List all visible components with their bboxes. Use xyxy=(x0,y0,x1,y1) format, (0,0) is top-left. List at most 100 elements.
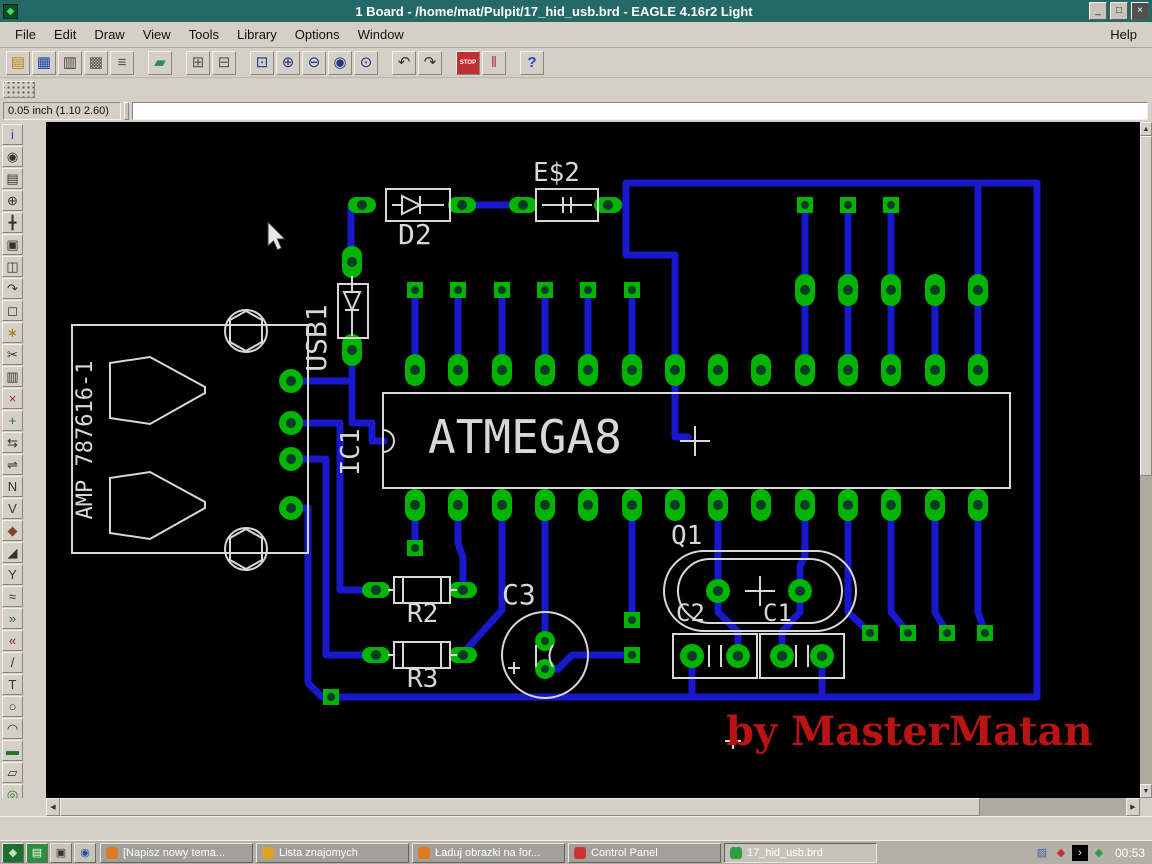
add-icon: + xyxy=(8,413,17,428)
copy-tool-button[interactable]: ▣ xyxy=(2,234,23,255)
board-canvas[interactable]: E$2 D2 USB1 IC1 ATMEGA8 AMP 787616-1 C3 … xyxy=(46,122,1140,798)
horizontal-scroll-thumb[interactable] xyxy=(60,798,980,816)
horizontal-scrollbar[interactable]: ◀ ▶ xyxy=(46,798,1140,816)
menu-item-tools[interactable]: Tools xyxy=(180,24,228,45)
splitter-grip[interactable] xyxy=(124,102,129,120)
component-d2[interactable] xyxy=(385,188,451,222)
delete-tool-button[interactable]: × xyxy=(2,388,23,409)
menu-item-window[interactable]: Window xyxy=(349,24,413,45)
zoom-fit-button[interactable]: ⊡ xyxy=(250,50,274,75)
optimize-tool-button[interactable]: ≈ xyxy=(2,586,23,607)
grid-settings-button[interactable] xyxy=(3,80,35,98)
library-open-button[interactable]: ⊟ xyxy=(212,50,236,75)
undo-button[interactable]: ↶ xyxy=(392,50,416,75)
paste-tool-button[interactable]: ▥ xyxy=(2,366,23,387)
value-tool-button[interactable]: V xyxy=(2,498,23,519)
change-tool-button[interactable]: ∗ xyxy=(2,322,23,343)
wire-tool-button[interactable]: / xyxy=(2,652,23,673)
menu-item-file[interactable]: File xyxy=(6,24,45,45)
save-button[interactable]: ▦ xyxy=(32,50,56,75)
task-control-panel-icon xyxy=(574,846,586,859)
route-tool-button[interactable]: » xyxy=(2,608,23,629)
miter-icon: ◢ xyxy=(7,545,18,560)
scroll-right-button[interactable]: ▶ xyxy=(1126,798,1140,816)
eagle-window: ◆ 1 Board - /home/mat/Pulpit/17_hid_usb.… xyxy=(0,0,1152,864)
ripup-tool-button[interactable]: « xyxy=(2,630,23,651)
move-icon: ╋ xyxy=(8,215,17,230)
move-tool-button[interactable]: ╋ xyxy=(2,212,23,233)
run-script-icon: ≡ xyxy=(117,54,127,71)
rect-tool-button[interactable]: ▬ xyxy=(2,740,23,761)
group-tool-button[interactable]: ◻ xyxy=(2,300,23,321)
rotate-tool-button[interactable]: ↷ xyxy=(2,278,23,299)
circle-tool-button[interactable]: ○ xyxy=(2,696,23,717)
split-tool-button[interactable]: Y xyxy=(2,564,23,585)
show-tool-button[interactable]: ◉ xyxy=(2,146,23,167)
component-e2[interactable] xyxy=(535,188,599,222)
menu-item-draw[interactable]: Draw xyxy=(85,24,133,45)
maximize-button[interactable]: □ xyxy=(1110,2,1128,20)
quick-launch-browser-button[interactable]: ◉ xyxy=(74,842,96,863)
print-button[interactable]: ▥ xyxy=(58,50,82,75)
menu-item-help[interactable]: Help xyxy=(1101,24,1146,45)
polygon-tool-button[interactable]: ▱ xyxy=(2,762,23,783)
replace-tool-button[interactable]: ⇌ xyxy=(2,454,23,475)
start-menu-button[interactable]: ◆ xyxy=(2,842,24,863)
main-area: i◉▤⊕╋▣◫↷◻∗✂▥×+⇆⇌NV◆◢Y≈»«/T○◠▬▱◎~●#A✓! xyxy=(0,122,1152,864)
open-button[interactable]: ▤ xyxy=(6,50,30,75)
scroll-left-button[interactable]: ◀ xyxy=(46,798,60,816)
go-button[interactable]: ‖ xyxy=(482,50,506,75)
display-tool-button[interactable]: ▤ xyxy=(2,168,23,189)
info-icon: i xyxy=(11,127,14,142)
zoom-redraw-button[interactable]: ◉ xyxy=(328,50,352,75)
library-use-button[interactable]: ⊞ xyxy=(186,50,210,75)
zoom-out-button[interactable]: ⊖ xyxy=(302,50,326,75)
menu-item-edit[interactable]: Edit xyxy=(45,24,85,45)
pinswap-tool-button[interactable]: ⇆ xyxy=(2,432,23,453)
component-usb1[interactable] xyxy=(337,276,369,339)
vertical-scroll-thumb[interactable] xyxy=(1140,136,1152,476)
cut-tool-button[interactable]: ✂ xyxy=(2,344,23,365)
zoom-select-button[interactable]: ⊙ xyxy=(354,50,378,75)
zoom-in-button[interactable]: ⊕ xyxy=(276,50,300,75)
vertical-scrollbar[interactable]: ▲ ▼ xyxy=(1140,122,1152,798)
task-17-hid-usb-brd[interactable]: 17_hid_usb.brd xyxy=(724,842,877,863)
arc-tool-button[interactable]: ◠ xyxy=(2,718,23,739)
tray-terminal-icon[interactable]: › xyxy=(1071,844,1088,861)
help-button[interactable]: ? xyxy=(520,50,544,75)
close-button[interactable]: × xyxy=(1131,2,1149,20)
tray-eagle-icon[interactable]: ◆ xyxy=(1091,845,1107,861)
quick-launch-terminal-button[interactable]: ▣ xyxy=(50,842,72,863)
minimize-button[interactable]: _ xyxy=(1089,2,1107,20)
menu-item-library[interactable]: Library xyxy=(228,24,286,45)
component-usb-connector[interactable] xyxy=(71,309,309,571)
tray-klipper-icon[interactable]: ▨ xyxy=(1034,845,1050,861)
task-lista-znajomych-icon xyxy=(262,846,274,859)
label-d2: D2 xyxy=(398,218,432,251)
command-input[interactable] xyxy=(132,102,1148,120)
smash-tool-button[interactable]: ◆ xyxy=(2,520,23,541)
name-tool-button[interactable]: N xyxy=(2,476,23,497)
miter-tool-button[interactable]: ◢ xyxy=(2,542,23,563)
board-schematic-button[interactable]: ▰ xyxy=(148,50,172,75)
run-script-button[interactable]: ≡ xyxy=(110,50,134,75)
mirror-tool-button[interactable]: ◫ xyxy=(2,256,23,277)
scroll-up-button[interactable]: ▲ xyxy=(1140,122,1152,136)
text-tool-button[interactable]: T xyxy=(2,674,23,695)
rect-icon: ▬ xyxy=(6,743,19,758)
redo-button[interactable]: ↷ xyxy=(418,50,442,75)
mark-tool-button[interactable]: ⊕ xyxy=(2,190,23,211)
cam-processor-button[interactable]: ▩ xyxy=(84,50,108,75)
scroll-down-button[interactable]: ▼ xyxy=(1140,784,1152,798)
task-lista-znajomych[interactable]: Lista znajomych xyxy=(256,842,409,863)
task-laduj-obrazki[interactable]: Ładuj obrazki na for... xyxy=(412,842,565,863)
add-tool-button[interactable]: + xyxy=(2,410,23,431)
task-control-panel[interactable]: Control Panel xyxy=(568,842,721,863)
menu-item-view[interactable]: View xyxy=(134,24,180,45)
task-napisz-nowy-temat[interactable]: [Napisz nowy tema... xyxy=(100,842,253,863)
info-tool-button[interactable]: i xyxy=(2,124,23,145)
menu-item-options[interactable]: Options xyxy=(286,24,349,45)
tray-alert-icon[interactable]: ◆ xyxy=(1053,845,1069,861)
stop-button[interactable]: STOP xyxy=(456,50,480,75)
window-list-button[interactable]: ▤ xyxy=(26,842,48,863)
